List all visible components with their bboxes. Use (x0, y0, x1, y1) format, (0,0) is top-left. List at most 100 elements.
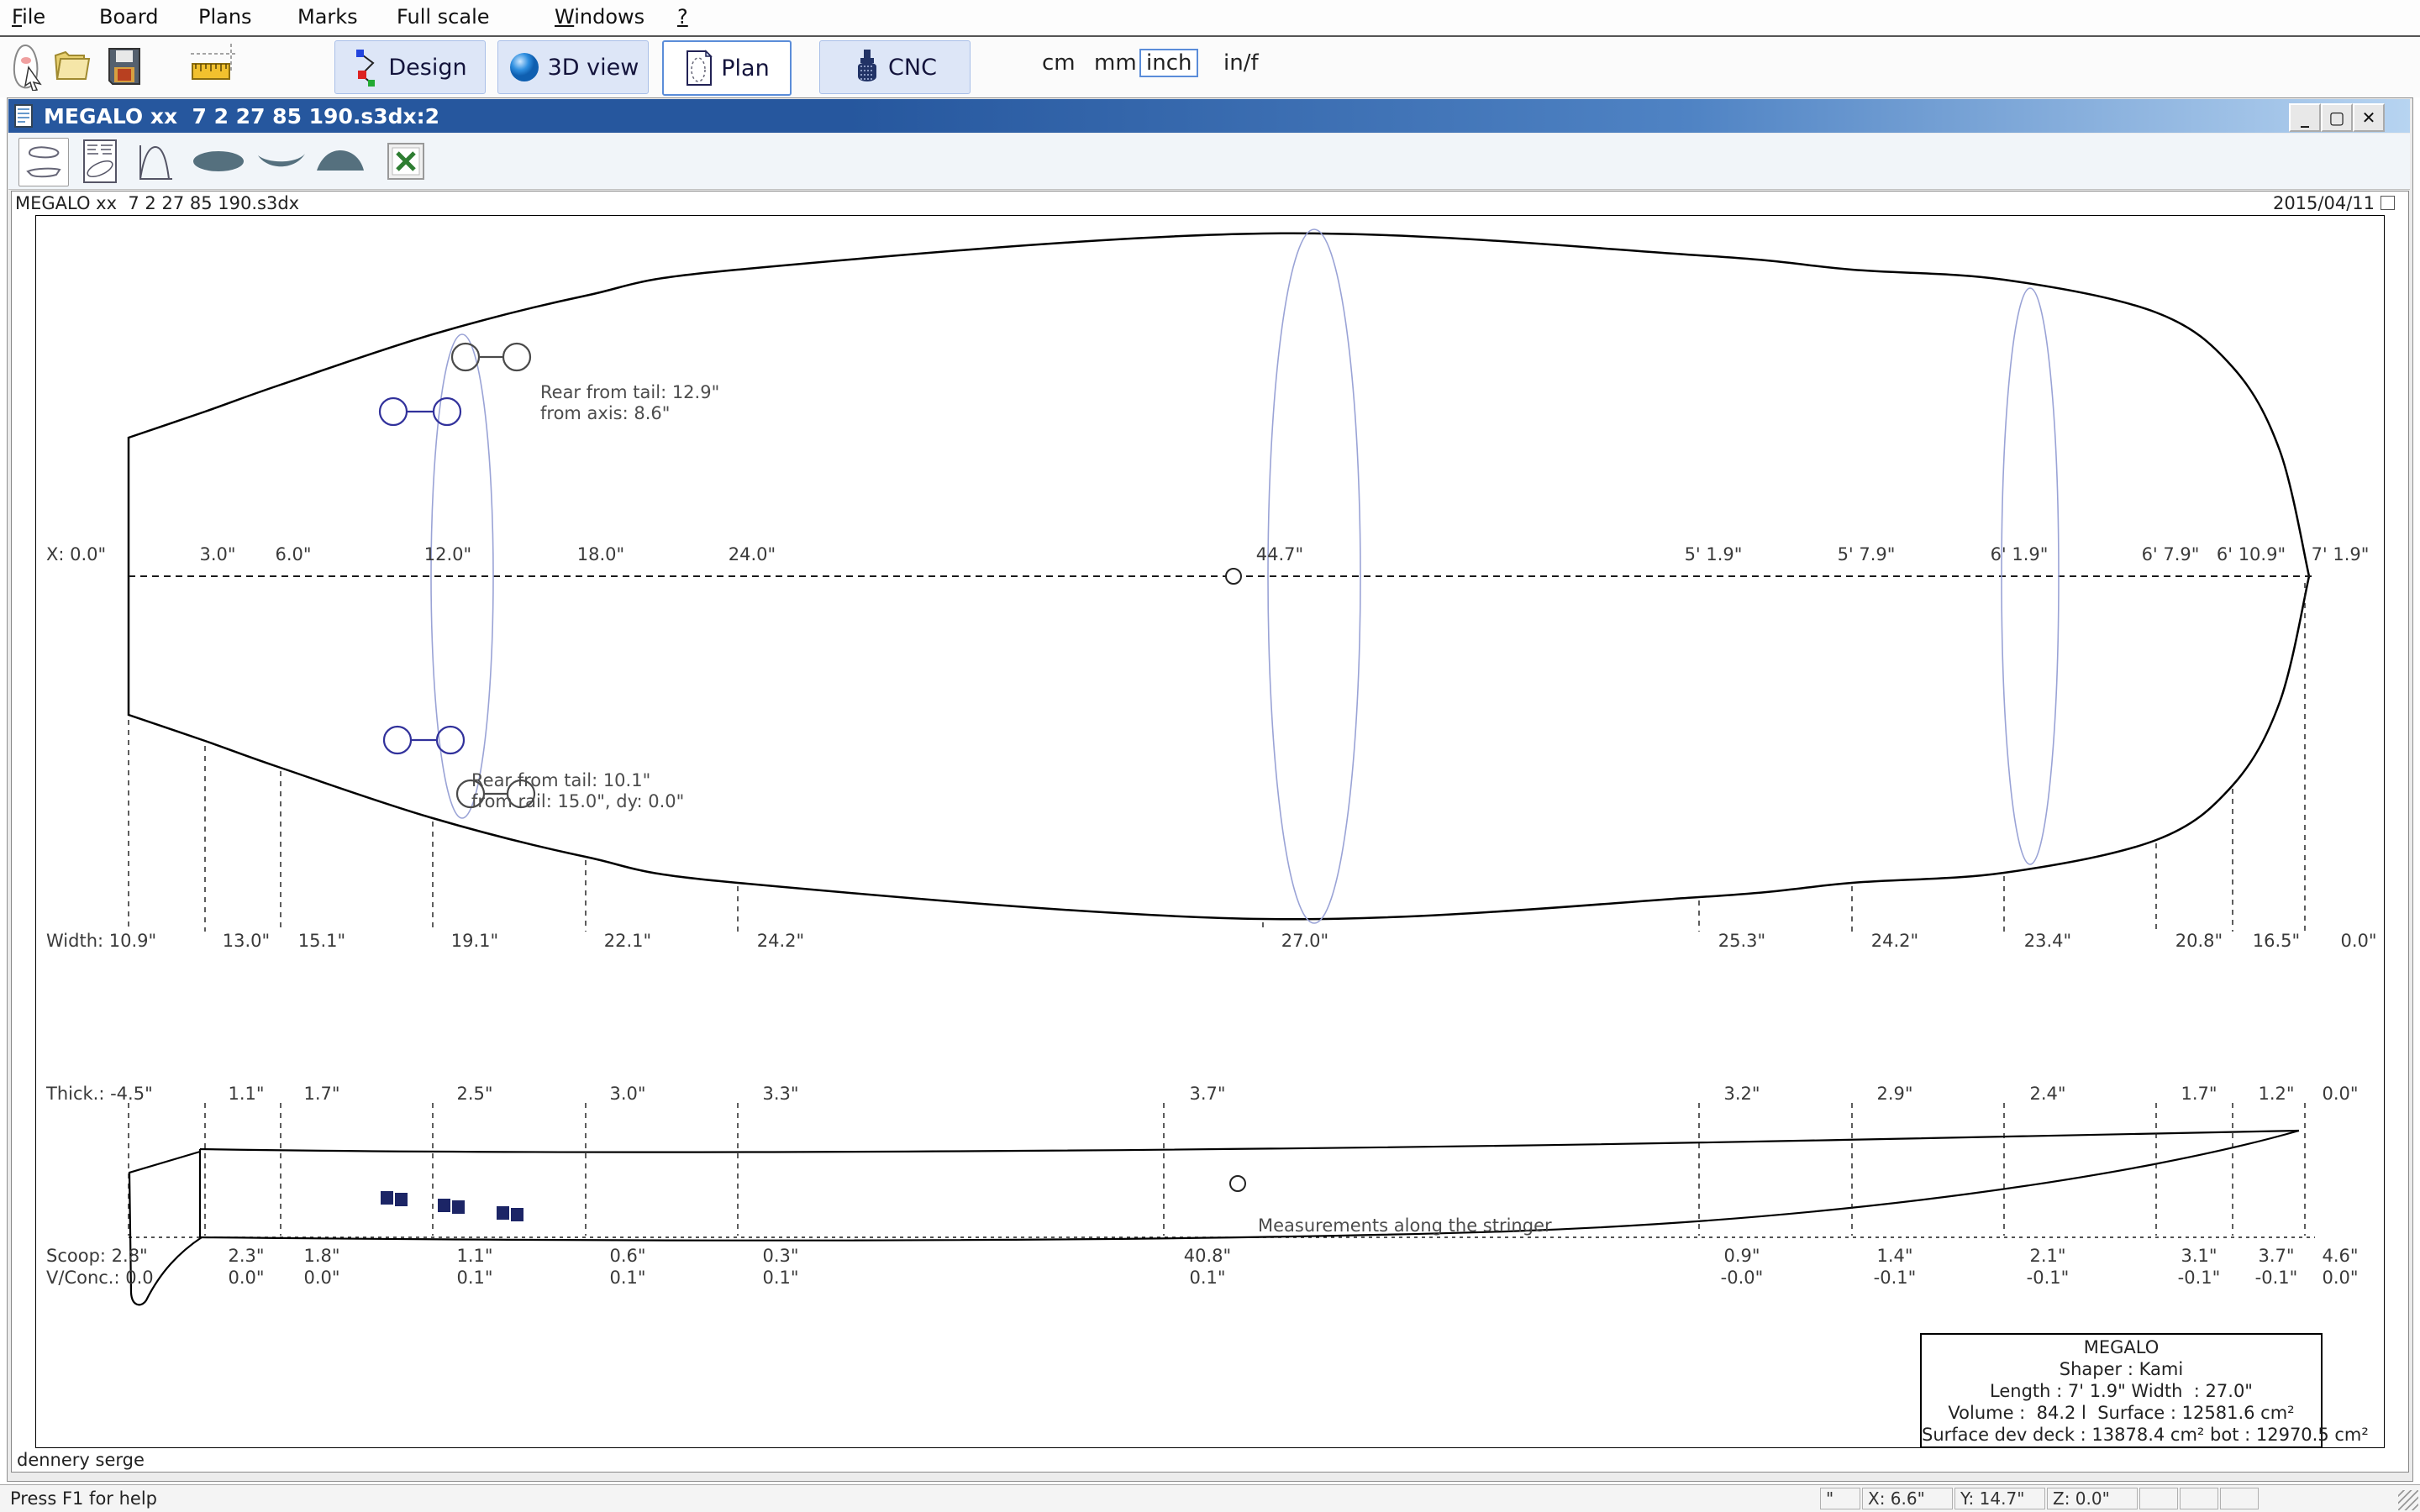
scoop_row-label: Scoop: 2.8" (46, 1246, 148, 1266)
design-button-label: Design (388, 55, 466, 81)
new-board-icon[interactable] (8, 42, 52, 91)
document-area: MEGALO xx 7 2 27 85 190.s3dx 2015/04/11 (11, 191, 2409, 1473)
x_row-label: 6' 1.9" (1991, 544, 2049, 564)
child-title-bar[interactable]: MEGALO xx 7 2 27 85 190.s3dx:2 _ ▢ ✕ (8, 99, 2410, 133)
width_row-label: 27.0" (1281, 931, 1328, 951)
3d-view-button-label: 3D view (548, 55, 639, 81)
x_row-label: 6' 10.9" (2217, 544, 2286, 564)
menu-?[interactable]: ? (677, 5, 688, 29)
thick_row-label: 1.2" (2258, 1084, 2294, 1104)
board-info-box: MEGALOShaper : KamiLength : 7' 1.9" Widt… (1920, 1333, 2323, 1448)
width_row-label: 24.2" (1871, 931, 1918, 951)
thick_row-label: 2.5" (456, 1084, 492, 1104)
x_row-label: 3.0" (199, 544, 235, 564)
thick_row-label: 3.3" (762, 1084, 798, 1104)
plan-page-icon (684, 50, 714, 87)
stringer-legend-marker (1230, 1176, 1245, 1191)
menu-bar: File Board Plans Marks Full scale Windows? (0, 0, 2420, 37)
menu-marks[interactable]: Marks (297, 5, 358, 29)
vconc_row-label: V/Conc.: 0.0 (46, 1268, 154, 1288)
outline-profile-icon (23, 141, 65, 183)
vconc_row-label: -0.1" (2255, 1268, 2298, 1288)
board-document-window: MEGALO xx 7 2 27 85 190.s3dx:2 _ ▢ ✕ (7, 97, 2413, 1482)
unit-in-f[interactable]: in/f (1217, 49, 1265, 77)
export-excel-button[interactable] (381, 138, 430, 185)
status-field: Y: 14.7" (1954, 1488, 2045, 1509)
minimize-button[interactable]: _ (2289, 103, 2321, 132)
curve-view-button[interactable] (131, 138, 180, 185)
vconc_row-label: 0.1" (609, 1268, 645, 1288)
scoop_row-label: 2.3" (228, 1246, 264, 1266)
width_row-label: 16.5" (2253, 931, 2300, 951)
width_row-label: 24.2" (757, 931, 804, 951)
cnc-button[interactable]: CNC (819, 40, 971, 94)
width_row-label: 22.1" (604, 931, 651, 951)
scoop_row-label: 40.8" (1184, 1246, 1231, 1266)
width_row-label: 15.1" (298, 931, 345, 951)
document-date: 2015/04/11 (2273, 193, 2375, 213)
outline-profile-view-button[interactable] (18, 138, 69, 186)
unit-inch[interactable]: inch (1139, 49, 1198, 77)
plan-button[interactable]: Plan (662, 40, 792, 96)
thick_row-label: 2.4" (2029, 1084, 2065, 1104)
vconc_row-label: -0.1" (2027, 1268, 2070, 1288)
deck-curve-button[interactable] (313, 138, 368, 185)
scoop_row-label: 2.1" (2029, 1246, 2065, 1266)
unit-mm[interactable]: mm (1087, 49, 1144, 77)
info-box-line: MEGALO (1922, 1336, 2321, 1358)
menu-plans[interactable]: Plans (198, 5, 252, 29)
width_row-label: Width: 10.9" (46, 931, 156, 951)
scoop_row-label: 3.1" (2181, 1246, 2217, 1266)
thick_row-label: 3.7" (1189, 1084, 1225, 1104)
vconc_row-label: -0.0" (1721, 1268, 1764, 1288)
resize-grip[interactable] (2398, 1490, 2418, 1510)
scoop_row-label: 0.6" (609, 1246, 645, 1266)
open-icon[interactable] (52, 42, 96, 91)
maximize-button[interactable]: ▢ (2321, 103, 2353, 132)
cnc-button-label: CNC (888, 55, 937, 81)
bottom-curve-button[interactable] (254, 138, 309, 185)
center-marker[interactable] (1226, 569, 1241, 584)
status-field (2220, 1488, 2259, 1509)
main-toolbar: Design 3D view Plan (0, 37, 2420, 97)
menu-file[interactable]: File (12, 5, 45, 29)
scoop_row-label: 1.1" (456, 1246, 492, 1266)
menu-board[interactable]: Board (99, 5, 159, 29)
slice-view-button[interactable] (188, 138, 249, 185)
design-button[interactable]: Design (334, 40, 486, 94)
deck-curve-icon (315, 149, 366, 174)
curve-icon (135, 140, 176, 182)
vconc_row-label: -0.1" (2178, 1268, 2221, 1288)
vconc_row-label: 0.1" (1189, 1268, 1225, 1288)
info-box-line: Volume : 84.2 l Surface : 12581.6 cm² (1922, 1402, 2321, 1424)
fin-annotation-top: Rear from tail: 12.9"from axis: 8.6" (540, 340, 719, 466)
spec-sheet-button[interactable] (76, 138, 124, 185)
board-drawing: Rear from tail: 12.9"from axis: 8.6" Rea… (35, 215, 2385, 1448)
window-title: MEGALO xx 7 2 27 85 190.s3dx:2 (44, 104, 439, 129)
info-box-line: Shaper : Kami (1922, 1358, 2321, 1380)
info-box-line: Length : 7' 1.9" Width : 27.0" (1922, 1380, 2321, 1402)
spec-sheet-icon (82, 139, 118, 184)
stringer-legend: Measurements along the stringer (1258, 1173, 1552, 1278)
close-button[interactable]: ✕ (2353, 103, 2385, 132)
ruler-icon[interactable] (189, 42, 233, 91)
thick_row-label: 1.7" (2181, 1084, 2217, 1104)
thick_row-label: 1.1" (228, 1084, 264, 1104)
thick_row-label: 3.2" (1723, 1084, 1760, 1104)
status-bar: Press F1 for help "X: 6.6"Y: 14.7"Z: 0.0… (0, 1484, 2420, 1512)
menu-full-scale[interactable]: Full scale (397, 5, 490, 29)
date-checkbox[interactable] (2381, 196, 2395, 210)
bottom-curve-icon (256, 149, 307, 174)
slice-icon (191, 149, 246, 174)
width_row-label: 25.3" (1718, 931, 1765, 951)
document-title: MEGALO xx 7 2 27 85 190.s3dx (15, 193, 299, 213)
3d-view-button[interactable]: 3D view (497, 40, 649, 94)
sphere-icon (508, 50, 541, 84)
menu-windows[interactable]: Windows (555, 5, 644, 29)
save-icon[interactable] (103, 42, 146, 91)
status-field (2139, 1488, 2178, 1509)
scoop_row-label: 4.6" (2322, 1246, 2358, 1266)
width_row-label: 19.1" (451, 931, 498, 951)
unit-cm[interactable]: cm (1035, 49, 1082, 77)
vconc_row-label: 0.0" (303, 1268, 339, 1288)
